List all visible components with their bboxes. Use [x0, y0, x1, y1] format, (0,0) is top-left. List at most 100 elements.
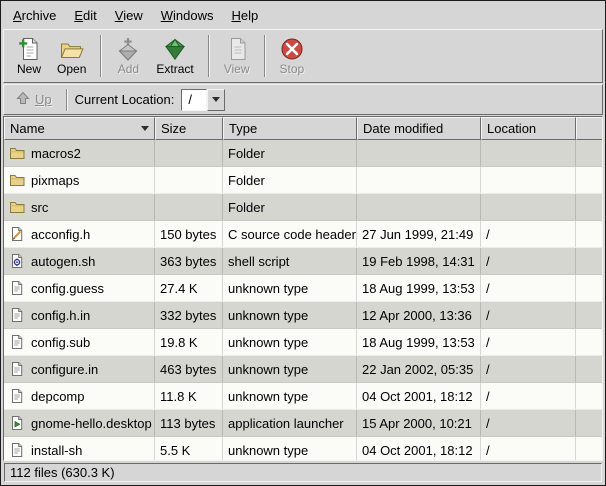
- location-combo: /: [181, 89, 225, 111]
- table-row[interactable]: pixmapsFolder: [4, 167, 602, 194]
- up-button[interactable]: Up: [9, 89, 59, 110]
- menu-item-archive[interactable]: Archive: [4, 3, 65, 28]
- row-filler: [576, 329, 602, 355]
- folder-icon: [9, 145, 26, 161]
- text-file-icon: [9, 307, 26, 323]
- file-size-cell: 27.4 K: [155, 275, 223, 301]
- table-row[interactable]: config.guess27.4 Kunknown type18 Aug 199…: [4, 275, 602, 302]
- file-size-cell: 5.5 K: [155, 437, 223, 460]
- file-name: macros2: [31, 146, 81, 161]
- column-header-label: Date modified: [363, 121, 443, 136]
- row-filler: [576, 356, 602, 382]
- toolbar-extract-button[interactable]: Extract: [148, 32, 201, 80]
- menu-item-view[interactable]: View: [106, 3, 152, 28]
- file-size-cell: 150 bytes: [155, 221, 223, 247]
- column-header-label: Name: [10, 121, 45, 136]
- row-filler: [576, 410, 602, 436]
- row-filler: [576, 167, 602, 193]
- table-header: Name Size Type Date modified Location: [4, 117, 602, 140]
- toolbar-button-label: Extract: [156, 63, 193, 76]
- menu-item-help[interactable]: Help: [222, 3, 267, 28]
- file-location-cell: [481, 194, 576, 220]
- column-header-spacer: [576, 117, 602, 140]
- menu-label: Help: [231, 8, 258, 23]
- table-row[interactable]: macros2 Folder: [4, 140, 602, 167]
- row-filler: [576, 383, 602, 409]
- file-name: gnome-hello.desktop: [31, 416, 152, 431]
- toolbar-button-label: Add: [118, 63, 139, 76]
- file-location-cell: [481, 167, 576, 193]
- file-size-cell: [155, 194, 223, 220]
- row-filler: [576, 275, 602, 301]
- view-file-icon: [225, 36, 249, 62]
- current-location-label: Current Location:: [75, 92, 175, 107]
- file-name: config.h.in: [31, 308, 90, 323]
- table-row[interactable]: acconfig.h150 bytesC source code header2…: [4, 221, 602, 248]
- text-file-icon: [9, 334, 26, 350]
- file-location-cell: /: [481, 410, 576, 436]
- folder-icon: [9, 172, 26, 188]
- file-name-cell: configure.in: [4, 356, 155, 382]
- toolbar-view-button[interactable]: View: [216, 32, 258, 80]
- add-files-icon: [116, 36, 140, 62]
- file-type-cell: Folder: [223, 167, 357, 193]
- table-row[interactable]: autogen.sh363 bytesshell script19 Feb 19…: [4, 248, 602, 275]
- column-header-type[interactable]: Type: [223, 117, 357, 140]
- column-header-location[interactable]: Location: [481, 117, 576, 140]
- menu-label: Windows: [161, 8, 214, 23]
- file-type-cell: shell script: [223, 248, 357, 274]
- file-name-cell: gnome-hello.desktop: [4, 410, 155, 436]
- menu-item-edit[interactable]: Edit: [65, 3, 105, 28]
- file-type-cell: unknown type: [223, 302, 357, 328]
- file-name: autogen.sh: [31, 254, 95, 269]
- text-file-icon: [9, 361, 26, 377]
- file-name: src: [31, 200, 48, 215]
- column-header-label: Location: [487, 121, 536, 136]
- sort-descending-icon[interactable]: [141, 126, 149, 131]
- toolbar-add-button[interactable]: Add: [108, 32, 148, 80]
- file-date-cell: 19 Feb 1998, 14:31: [357, 248, 481, 274]
- file-type-cell: Folder: [223, 140, 357, 166]
- column-header-size[interactable]: Size: [155, 117, 223, 140]
- table-row[interactable]: configure.in463 bytesunknown type22 Jan …: [4, 356, 602, 383]
- file-name: config.guess: [31, 281, 104, 296]
- file-location-cell: /: [481, 248, 576, 274]
- table-row[interactable]: config.sub19.8 Kunknown type18 Aug 1999,…: [4, 329, 602, 356]
- new-archive-icon: [17, 36, 41, 62]
- menu-item-windows[interactable]: Windows: [152, 3, 223, 28]
- toolbar-stop-button[interactable]: Stop: [272, 32, 313, 80]
- file-location-cell: /: [481, 383, 576, 409]
- table-row[interactable]: config.h.in 332 bytesunknown type12 Apr 2…: [4, 302, 602, 329]
- row-filler: [576, 248, 602, 274]
- location-value-field[interactable]: /: [181, 89, 207, 111]
- file-size-cell: 463 bytes: [155, 356, 223, 382]
- file-type-cell: unknown type: [223, 275, 357, 301]
- file-location-cell: /: [481, 437, 576, 460]
- table-row[interactable]: gnome-hello.desktop113 bytesapplication …: [4, 410, 602, 437]
- table-row[interactable]: install-sh5.5 Kunknown type04 Oct 2001, …: [4, 437, 602, 460]
- shell-script-icon: [9, 253, 26, 269]
- column-header-name[interactable]: Name: [4, 117, 155, 140]
- toolbar-button-label: Open: [57, 63, 86, 76]
- table-row[interactable]: depcomp11.8 Kunknown type04 Oct 2001, 18…: [4, 383, 602, 410]
- file-location-cell: /: [481, 302, 576, 328]
- file-location-cell: [481, 140, 576, 166]
- file-size-cell: 11.8 K: [155, 383, 223, 409]
- file-date-cell: 12 Apr 2000, 13:36: [357, 302, 481, 328]
- location-dropdown-button[interactable]: [207, 89, 225, 111]
- column-header-date-modified[interactable]: Date modified: [357, 117, 481, 140]
- separator: [66, 89, 68, 111]
- file-location-cell: /: [481, 275, 576, 301]
- toolbar-open-button[interactable]: Open: [49, 32, 94, 80]
- toolbar-button-label: Stop: [280, 63, 305, 76]
- file-type-cell: application launcher: [223, 410, 357, 436]
- text-file-icon: [9, 388, 26, 404]
- table-row[interactable]: srcFolder: [4, 194, 602, 221]
- status-bar: 112 files (630.3 K): [1, 461, 605, 485]
- toolbar-new-button[interactable]: New: [9, 32, 49, 80]
- row-filler: [576, 194, 602, 220]
- file-date-cell: 27 Jun 1999, 21:49: [357, 221, 481, 247]
- file-size-cell: 332 bytes: [155, 302, 223, 328]
- toolbar-separator: [264, 35, 266, 77]
- menu-label: Edit: [74, 8, 96, 23]
